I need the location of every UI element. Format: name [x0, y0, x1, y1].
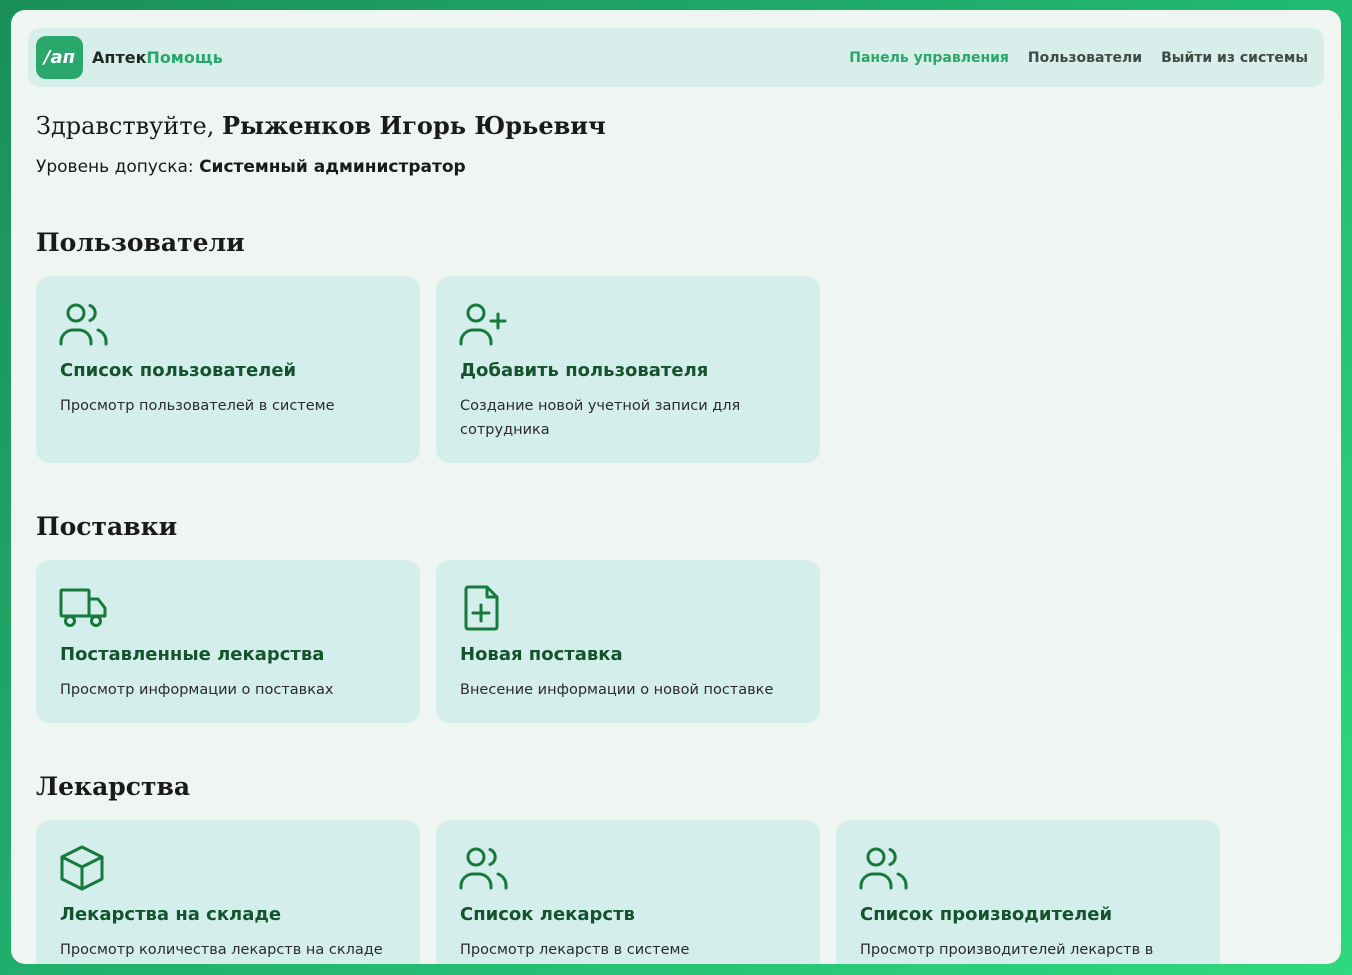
card-title: Список производителей	[860, 904, 1113, 925]
nav-links: Панель управления Пользователи Выйти из …	[849, 28, 1308, 87]
access-level-value: Системный администратор	[199, 157, 466, 177]
top-navbar: /ап АптекПомощь Панель управления Пользо…	[28, 28, 1324, 87]
card-supplied-medicines[interactable]: Поставленные лекарства Просмотр информац…	[36, 560, 420, 723]
nav-link-logout[interactable]: Выйти из системы	[1161, 50, 1308, 66]
card-title: Новая поставка	[460, 644, 623, 665]
card-title: Список лекарств	[460, 904, 635, 925]
card-new-supply[interactable]: Новая поставка Внесение информации о нов…	[436, 560, 820, 723]
brand-name-part1: Аптек	[92, 48, 147, 67]
section-title-users: Пользователи	[36, 228, 245, 257]
brand-name[interactable]: АптекПомощь	[92, 28, 223, 87]
access-level-label: Уровень допуска:	[36, 157, 200, 177]
card-description: Просмотр количества лекарств на складе	[60, 942, 383, 958]
card-description: Просмотр информации о поставках	[60, 682, 334, 698]
card-description: Создание новой учетной записи для сотруд…	[460, 398, 741, 438]
card-title: Поставленные лекарства	[60, 644, 325, 665]
section-title-medicines: Лекарства	[36, 772, 191, 801]
card-add-user[interactable]: Добавить пользователя Создание новой уче…	[436, 276, 820, 463]
app-window: /ап АптекПомощь Панель управления Пользо…	[11, 10, 1341, 964]
card-description: Просмотр производителей лекарств в	[860, 942, 1154, 958]
greeting-user-name: Рыженков Игорь Юрьевич	[222, 111, 606, 140]
logo[interactable]: /ап	[36, 36, 83, 79]
file-plus-icon	[458, 584, 510, 632]
truck-icon	[58, 584, 110, 632]
card-title: Список пользователей	[60, 360, 297, 381]
user-plus-icon	[458, 300, 510, 348]
nav-link-users[interactable]: Пользователи	[1028, 50, 1142, 66]
nav-link-dashboard[interactable]: Панель управления	[849, 50, 1009, 66]
card-medicine-list[interactable]: Список лекарств Просмотр лекарств в сист…	[436, 820, 820, 964]
card-stock-medicines[interactable]: Лекарства на складе Просмотр количества …	[36, 820, 420, 964]
card-title: Лекарства на складе	[60, 904, 282, 925]
section-title-supplies: Поставки	[36, 512, 178, 541]
access-level: Уровень допуска: Системный администратор	[36, 157, 466, 177]
greeting: Здравствуйте, Рыженков Игорь Юрьевич	[36, 111, 606, 140]
brand-name-part2: Помощь	[146, 48, 223, 67]
users-icon	[58, 300, 110, 348]
card-description: Просмотр лекарств в системе	[460, 942, 690, 958]
card-description: Внесение информации о новой поставке	[460, 682, 774, 698]
card-user-list[interactable]: Список пользователей Просмотр пользовате…	[36, 276, 420, 463]
card-description: Просмотр пользователей в системе	[60, 398, 335, 414]
card-manufacturer-list[interactable]: Список производителей Просмотр производи…	[836, 820, 1220, 964]
users-icon	[458, 844, 510, 892]
card-title: Добавить пользователя	[460, 360, 709, 381]
box-icon	[58, 844, 110, 892]
users-icon	[858, 844, 910, 892]
greeting-prefix: Здравствуйте,	[36, 112, 222, 140]
